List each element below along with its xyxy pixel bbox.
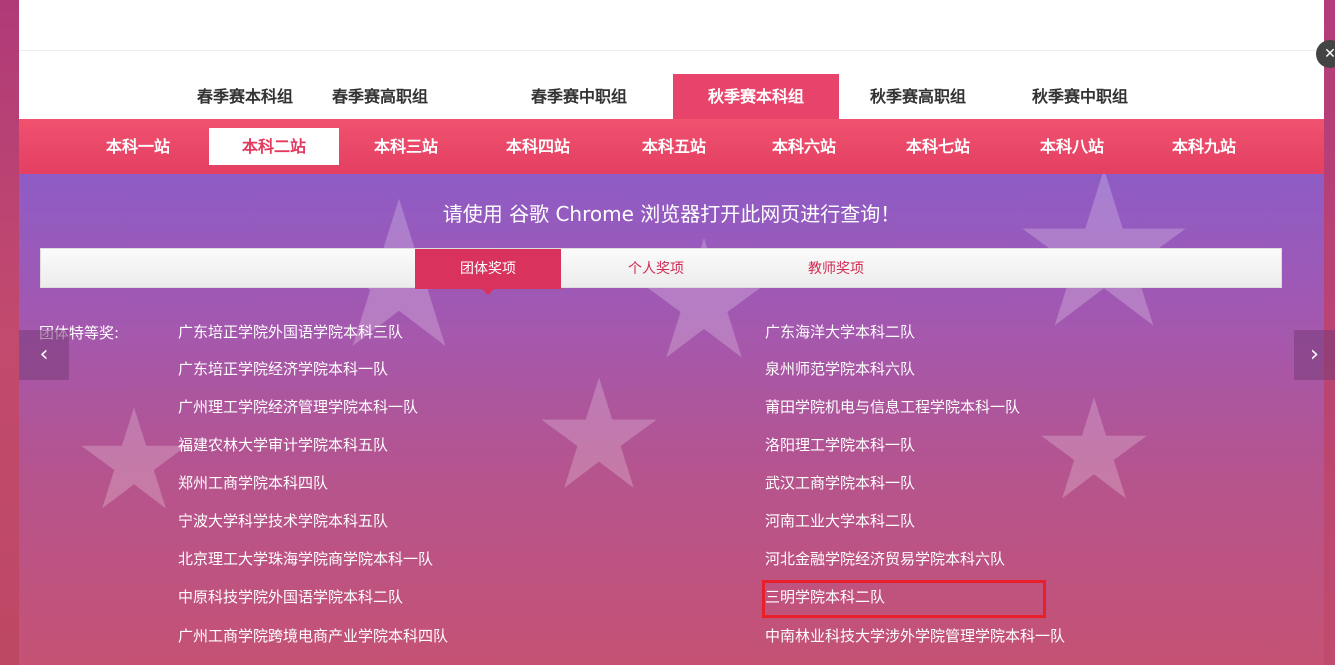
tab-station-9[interactable]: 本科九站 [1139, 128, 1269, 165]
season-tab-bar: 春季赛本科组 春季赛高职组 春季赛中职组 秋季赛本科组 秋季赛高职组 秋季赛中职… [19, 74, 1324, 119]
tab-station-4[interactable]: 本科四站 [473, 128, 603, 165]
team-left-3: 广州理工学院经济管理学院本科一队 [178, 398, 419, 416]
tab-station-6[interactable]: 本科六站 [739, 128, 869, 165]
team-list: 广东培正学院外国语学院本科三队 广东培正学院经济学院本科一队 广州理工学院经济管… [19, 174, 1324, 665]
next-arrow-icon[interactable]: › [1294, 330, 1335, 380]
prev-arrow-icon[interactable]: ‹ [19, 330, 69, 380]
team-left-4: 福建农林大学审计学院本科五队 [178, 436, 389, 454]
team-left-2: 广东培正学院经济学院本科一队 [178, 360, 389, 378]
team-left-9: 广州工商学院跨境电商产业学院本科四队 [178, 627, 449, 645]
team-right-3: 莆田学院机电与信息工程学院本科一队 [765, 398, 1021, 416]
top-header-area [19, 0, 1324, 51]
tab-spring-undergrad[interactable]: 春季赛本科组 [181, 74, 309, 119]
team-left-1: 广东培正学院外国语学院本科三队 [178, 323, 404, 341]
team-right-1: 广东海洋大学本科二队 [765, 323, 916, 341]
tab-autumn-vocational[interactable]: 秋季赛高职组 [847, 74, 989, 119]
station-tab-bar: 本科一站 本科二站 本科三站 本科四站 本科五站 本科六站 本科七站 本科八站 … [19, 119, 1324, 174]
team-left-5: 郑州工商学院本科四队 [178, 474, 329, 492]
tab-autumn-secondary[interactable]: 秋季赛中职组 [1009, 74, 1151, 119]
tab-spring-vocational[interactable]: 春季赛高职组 [309, 74, 451, 119]
team-right-6: 河南工业大学本科二队 [765, 512, 916, 530]
team-right-2: 泉州师范学院本科六队 [765, 360, 916, 378]
team-left-6: 宁波大学科学技术学院本科五队 [178, 512, 389, 530]
tab-station-3[interactable]: 本科三站 [341, 128, 471, 165]
tab-station-2[interactable]: 本科二站 [209, 128, 339, 165]
team-left-8: 中原科技学院外国语学院本科二队 [178, 588, 404, 606]
results-panel: 请使用 谷歌 Chrome 浏览器打开此网页进行查询！ 团体奖项 个人奖项 教师… [19, 174, 1324, 665]
tab-station-8[interactable]: 本科八站 [1007, 128, 1137, 165]
team-right-7: 河北金融学院经济贸易学院本科六队 [765, 550, 1006, 568]
left-background-strip [0, 0, 19, 665]
team-right-9: 中南林业科技大学涉外学院管理学院本科一队 [765, 627, 1066, 645]
tab-autumn-undergrad[interactable]: 秋季赛本科组 [673, 74, 839, 119]
tab-station-1[interactable]: 本科一站 [73, 128, 203, 165]
highlight-box [762, 580, 1046, 618]
team-right-5: 武汉工商学院本科一队 [765, 474, 916, 492]
team-left-7: 北京理工大学珠海学院商学院本科一队 [178, 550, 434, 568]
page: 春季赛本科组 春季赛高职组 春季赛中职组 秋季赛本科组 秋季赛高职组 秋季赛中职… [19, 0, 1324, 665]
tab-spring-secondary[interactable]: 春季赛中职组 [519, 74, 639, 119]
team-right-4: 洛阳理工学院本科一队 [765, 436, 916, 454]
tab-station-5[interactable]: 本科五站 [609, 128, 739, 165]
tab-station-7[interactable]: 本科七站 [873, 128, 1003, 165]
